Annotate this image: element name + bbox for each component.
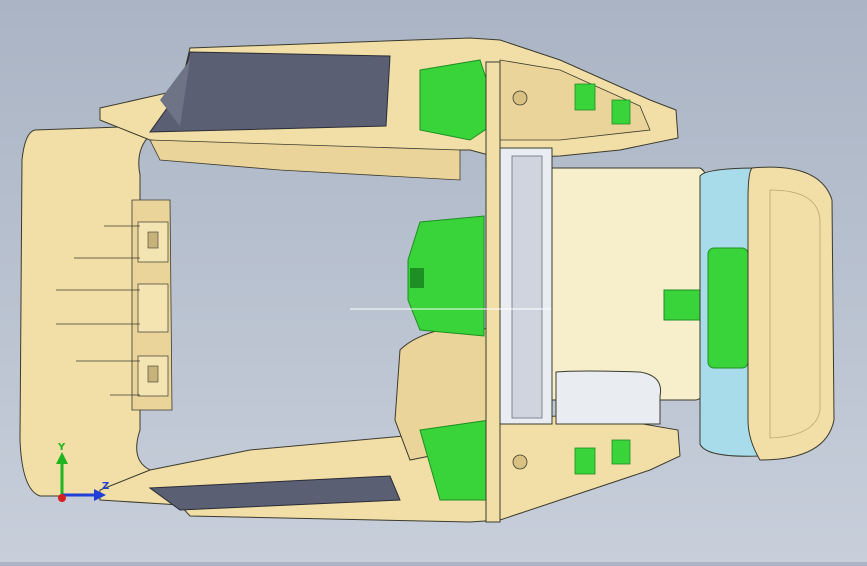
z-axis-label: Z	[102, 481, 110, 492]
front-housing	[551, 166, 835, 461]
axis-triad-graphic	[56, 452, 106, 502]
cad-viewport[interactable]: Y Z	[0, 0, 867, 562]
y-axis-label: Y	[58, 442, 66, 453]
cad-model-view[interactable]	[0, 0, 867, 562]
upper-frame-arm	[99, 37, 679, 181]
axis-triad: Y Z	[40, 440, 120, 510]
x-axis-dot	[58, 494, 66, 502]
